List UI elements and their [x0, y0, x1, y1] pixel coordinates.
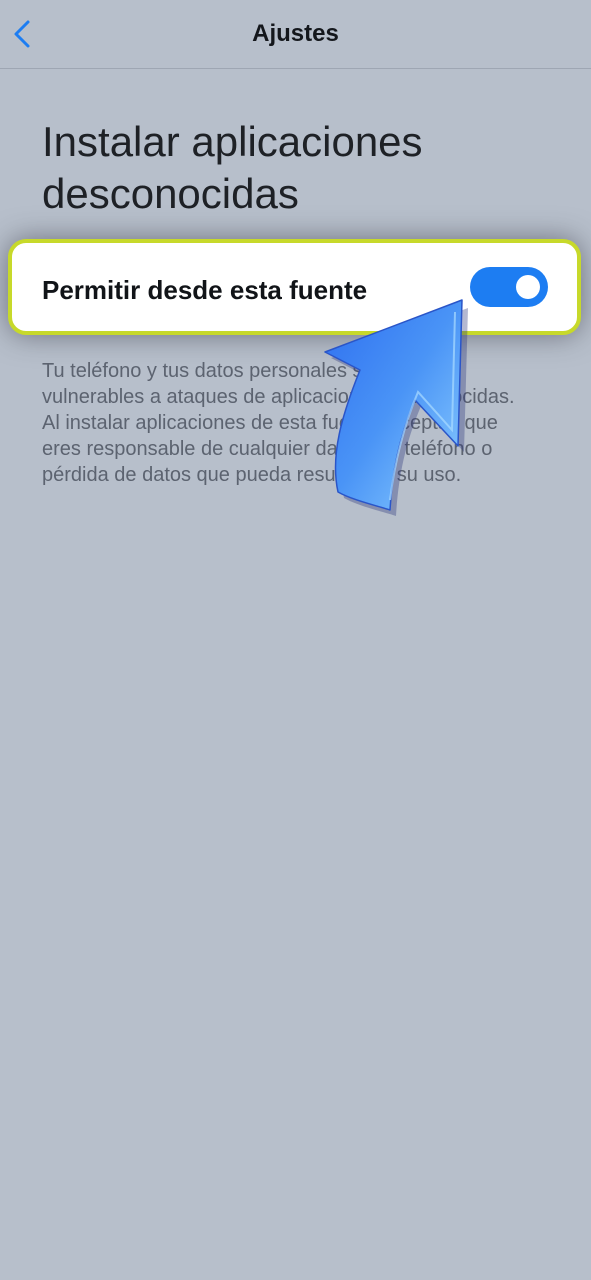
allow-source-setting[interactable]: Permitir desde esta fuente [8, 239, 581, 335]
warning-description: Tu teléfono y tus datos personales son m… [42, 360, 515, 486]
header-title: Ajustes [252, 20, 339, 47]
allow-source-label: Permitir desde esta fuente [42, 275, 368, 305]
toggle-knob [516, 275, 540, 299]
page-title: Instalar aplicaciones desconocidas [42, 118, 423, 217]
top-bar: Ajustes [0, 0, 591, 69]
allow-source-toggle[interactable] [470, 267, 548, 307]
